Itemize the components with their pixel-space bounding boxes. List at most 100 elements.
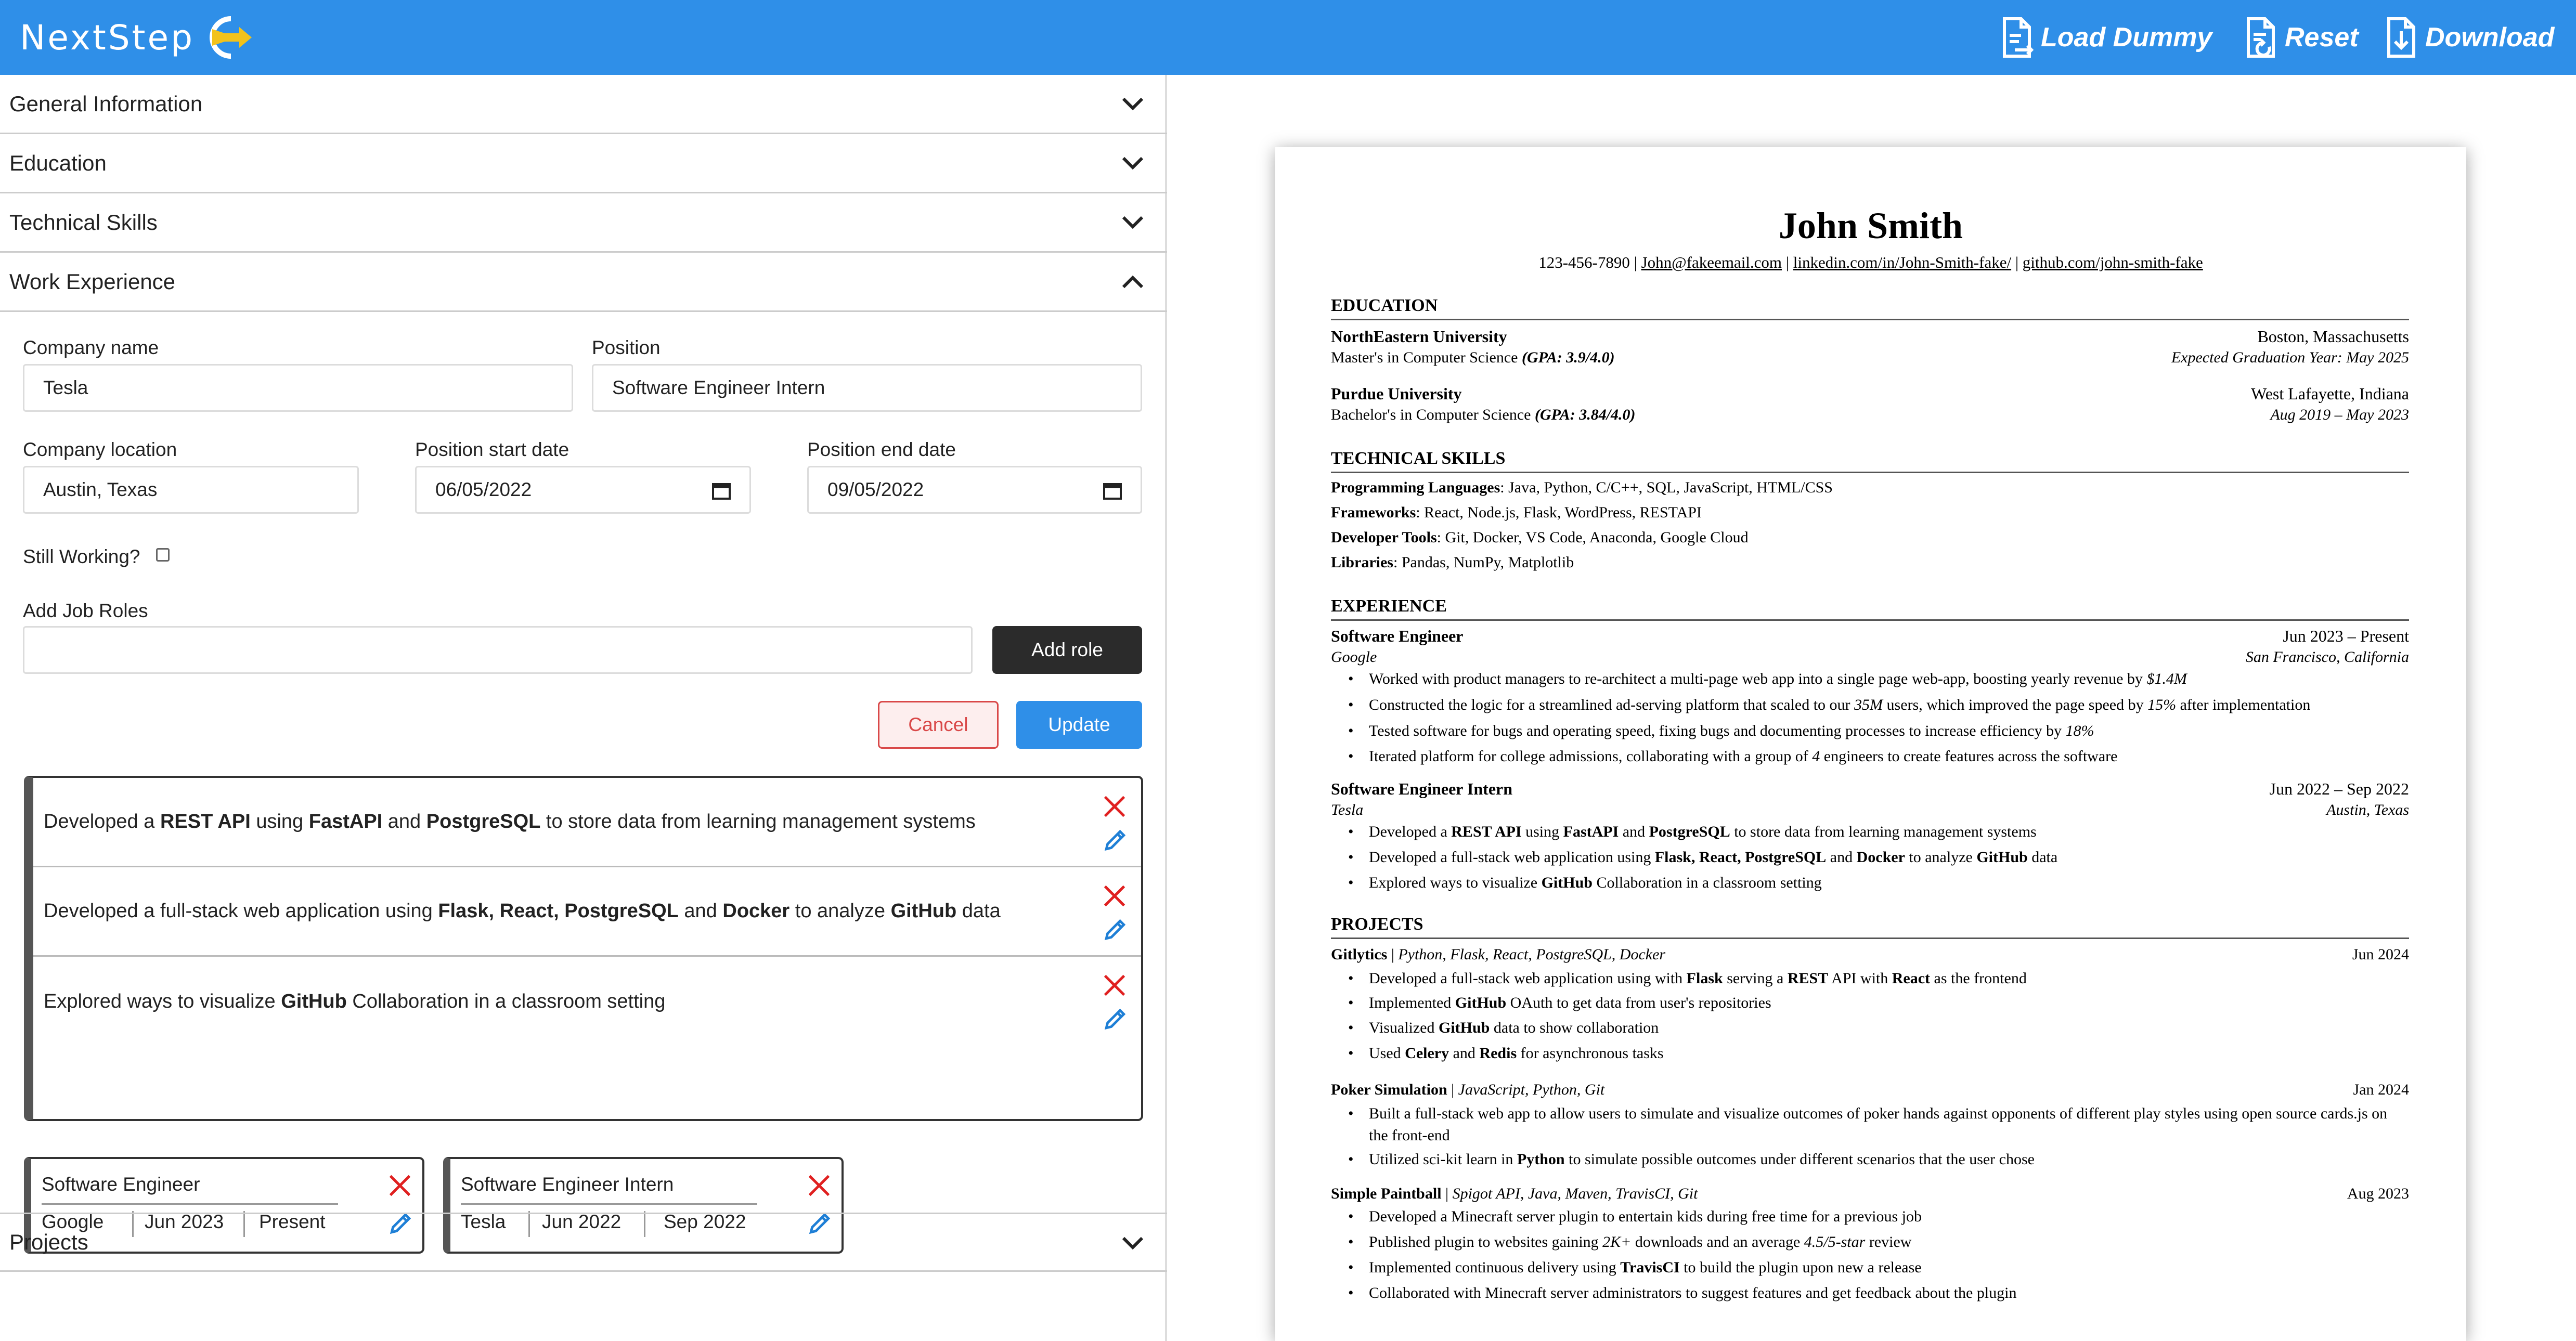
- resume-bullet: Explored ways to visualize GitHub Collab…: [1348, 872, 2409, 894]
- edit-pencil-icon[interactable]: [1103, 1007, 1128, 1032]
- section-work-experience[interactable]: Work Experience: [0, 253, 1167, 312]
- separator: |: [1629, 253, 1641, 271]
- bullet-segment: after implementation: [2176, 696, 2311, 713]
- resume-bullet: Collaborated with Minecraft server admin…: [1348, 1282, 2409, 1304]
- end-date-label: Position end date: [807, 439, 956, 460]
- exp-dates: Jun 2023 – Present: [2283, 627, 2409, 645]
- position-input[interactable]: Software Engineer Intern: [592, 364, 1142, 412]
- job-role-item: Explored ways to visualize GitHub Collab…: [33, 957, 1141, 1046]
- bullet-segment: Visualized: [1369, 1019, 1439, 1036]
- bullet-segment: Flask: [1686, 970, 1723, 987]
- position-label: Position: [592, 337, 661, 358]
- start-date-label: Position start date: [415, 439, 569, 460]
- delete-icon[interactable]: [388, 1174, 412, 1197]
- skill-value: : Git, Docker, VS Code, Anaconda, Google…: [1436, 529, 1749, 546]
- project-row: Poker Simulation | JavaScript, Python, G…: [1331, 1081, 2409, 1099]
- role-text-segment: Collaboration in a classroom setting: [346, 990, 666, 1012]
- bullet-segment: review: [1865, 1233, 1912, 1251]
- separator: |: [1782, 253, 1793, 271]
- add-role-button[interactable]: Add role: [992, 626, 1142, 674]
- reset-button[interactable]: Reset: [2244, 16, 2359, 59]
- role-keyword: FastAPI: [308, 811, 383, 832]
- section-technical-skills[interactable]: Technical Skills: [0, 193, 1167, 253]
- exp-location: Austin, Texas: [2326, 801, 2409, 818]
- update-button[interactable]: Update: [1016, 701, 1142, 749]
- job-role-text: Developed a REST API using FastAPI and P…: [44, 811, 976, 833]
- delete-icon[interactable]: [1103, 973, 1127, 997]
- still-working-checkbox[interactable]: [156, 548, 170, 562]
- bullet-segment: Celery: [1405, 1045, 1449, 1062]
- project-tech: Python, Flask, React, PostgreSQL, Docker: [1398, 946, 1666, 963]
- exp-entry-row: Software Engineer Jun 2023 – Present: [1331, 627, 2409, 646]
- calendar-icon[interactable]: [712, 482, 731, 500]
- delete-icon[interactable]: [807, 1174, 831, 1197]
- bullet-segment: GitHub: [1976, 849, 2028, 866]
- role-keyword: Flask, React, PostgreSQL: [438, 900, 679, 922]
- role-text-segment: Explored ways to visualize: [44, 990, 281, 1012]
- end-date-value: 09/05/2022: [827, 479, 924, 500]
- section-projects[interactable]: Projects: [0, 1213, 1167, 1272]
- bullet-segment: and: [1619, 823, 1649, 840]
- role-text-segment: to analyze: [789, 900, 891, 922]
- edit-pencil-icon[interactable]: [1103, 917, 1128, 942]
- project-name: Poker Simulation: [1331, 1081, 1447, 1098]
- section-education[interactable]: Education: [0, 134, 1167, 193]
- job-role-input[interactable]: [23, 626, 973, 674]
- add-job-roles-label: Add Job Roles: [23, 600, 148, 621]
- project-date: Jan 2024: [2353, 1081, 2410, 1098]
- project-date: Aug 2023: [2347, 1185, 2409, 1202]
- edu-degree: Master's in Computer Science: [1331, 349, 1522, 366]
- document-download-icon: [2387, 17, 2415, 58]
- resume-github-link[interactable]: github.com/john-smith-fake: [2023, 253, 2203, 271]
- chevron-down-icon: [1122, 157, 1144, 170]
- still-working-label: Still Working?: [23, 546, 140, 567]
- section-title: Projects: [9, 1230, 88, 1254]
- resume-email-link[interactable]: John@fakeemail.com: [1641, 253, 1782, 271]
- resume-page: John Smith 123-456-7890 | John@fakeemail…: [1275, 147, 2466, 1341]
- resume-bullet: Developed a Minecraft server plugin to e…: [1348, 1206, 2409, 1228]
- start-date-input[interactable]: 06/05/2022: [415, 466, 751, 514]
- bullet-segment: Developed a Minecraft server plugin to e…: [1369, 1208, 1922, 1225]
- start-date-value: 06/05/2022: [435, 479, 532, 500]
- section-general-information[interactable]: General Information: [0, 75, 1167, 134]
- resume-linkedin-link[interactable]: linkedin.com/in/John-Smith-fake/: [1793, 253, 2011, 271]
- skill-label: Programming Languages: [1331, 479, 1500, 496]
- bullet-segment: React: [1892, 970, 1931, 987]
- download-button[interactable]: Download: [2385, 16, 2554, 59]
- app-logo[interactable]: NextStep: [20, 12, 254, 62]
- bullet-segment: Explored ways to visualize: [1369, 874, 1542, 891]
- delete-icon[interactable]: [1103, 795, 1127, 818]
- bullet-segment: downloads and an average: [1631, 1233, 1804, 1251]
- job-role-item: Developed a full-stack web application u…: [33, 867, 1141, 957]
- delete-icon[interactable]: [1103, 884, 1127, 908]
- bullet-segment: Iterated platform for college admissions…: [1369, 748, 1813, 765]
- job-role-text: Developed a full-stack web application u…: [44, 900, 1001, 922]
- bullet-segment: 18%: [2065, 722, 2094, 739]
- bullet-segment: serving a: [1723, 970, 1788, 987]
- bullet-segment: TravisCI: [1620, 1259, 1680, 1276]
- exp-position: Software Engineer Intern: [1331, 779, 1513, 798]
- bullet-segment: OAuth to get data from user's repositori…: [1506, 994, 1771, 1011]
- edu-school: NorthEastern University: [1331, 327, 1507, 346]
- edit-pencil-icon[interactable]: [1103, 828, 1128, 853]
- bullet-segment: Collaborated with Minecraft server admin…: [1369, 1284, 2017, 1301]
- resume-projects-heading: PROJECTS: [1331, 915, 2409, 939]
- bullet-segment: 35M: [1854, 696, 1883, 713]
- exp-company-row: Google San Francisco, California: [1331, 648, 2409, 666]
- card-position: Software Engineer: [42, 1174, 200, 1195]
- company-location-input[interactable]: Austin, Texas: [23, 466, 359, 514]
- resume-bullet: Published plugin to websites gaining 2K+…: [1348, 1231, 2409, 1253]
- chevron-down-icon: [1122, 97, 1144, 111]
- bullet-segment: Developed a full-stack web application u…: [1369, 970, 1687, 987]
- document-import-icon: [2003, 17, 2034, 58]
- document-reset-icon: [2247, 17, 2275, 58]
- end-date-input[interactable]: 09/05/2022: [807, 466, 1142, 514]
- resume-bullet: Utilized sci-kit learn in Python to simu…: [1348, 1149, 2409, 1170]
- load-dummy-button[interactable]: Load Dummy: [2000, 16, 2212, 59]
- cancel-button[interactable]: Cancel: [878, 701, 999, 749]
- role-text-segment: to store data from learning management s…: [540, 811, 976, 832]
- resume-bullet: Developed a full-stack web application u…: [1348, 968, 2409, 990]
- company-name-input[interactable]: Tesla: [23, 364, 573, 412]
- calendar-icon[interactable]: [1103, 482, 1122, 500]
- bullet-segment: to analyze: [1905, 849, 1977, 866]
